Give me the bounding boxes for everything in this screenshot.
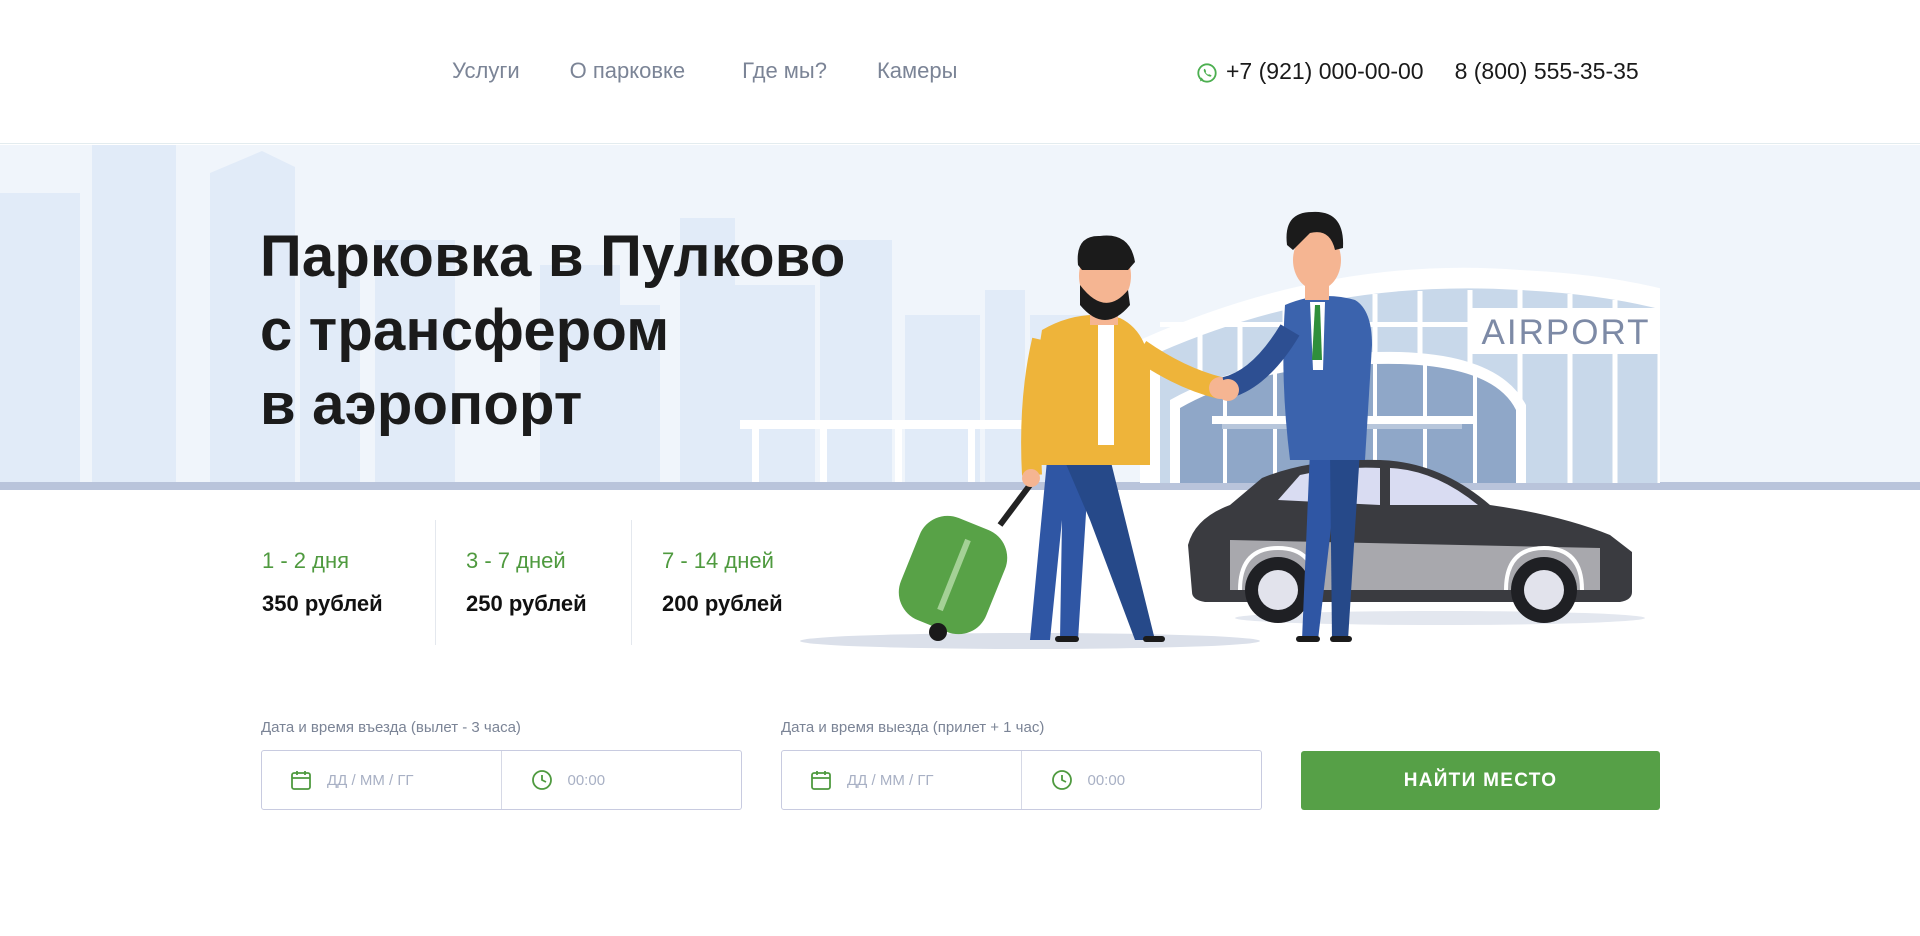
exit-time-part — [1020, 751, 1262, 809]
exit-date-part — [782, 751, 1021, 809]
entry-datetime-field — [261, 750, 742, 810]
main-nav: Услуги О парковке Где мы? Камеры — [452, 58, 1007, 84]
entry-date-input[interactable] — [327, 771, 477, 789]
exit-time-input[interactable] — [1087, 771, 1238, 789]
clock-icon — [1051, 770, 1072, 790]
nav-item-location[interactable]: Где мы? — [742, 58, 827, 84]
exit-date-input[interactable] — [847, 771, 997, 789]
site-header: Услуги О парковке Где мы? Камеры +7 (921… — [0, 0, 1920, 144]
whatsapp-icon — [1197, 62, 1217, 83]
phone-mobile[interactable]: +7 (921) 000-00-00 — [1226, 58, 1424, 85]
entry-datetime-label: Дата и время въезда (вылет - 3 часа) — [261, 719, 521, 736]
price-period: 3 - 7 дней — [466, 548, 566, 573]
airport-transfer-illustration: AIRPORT — [800, 211, 1660, 649]
exit-datetime-label: Дата и время выезда (прилет + 1 час) — [781, 719, 1045, 736]
contact-phones: +7 (921) 000-00-00 8 (800) 555-35-35 — [1196, 58, 1639, 85]
nav-item-about[interactable]: О парковке — [570, 58, 686, 84]
price-value: 250 рублей — [466, 591, 587, 616]
entry-date-part — [262, 751, 501, 809]
nav-item-cameras[interactable]: Камеры — [877, 58, 957, 84]
clock-icon — [531, 770, 552, 790]
price-item: 3 - 7 дней 250 рублей — [466, 520, 631, 645]
price-value: 350 рублей — [262, 591, 383, 616]
price-divider — [631, 520, 632, 645]
exit-datetime-field — [781, 750, 1262, 810]
airport-sign: AIRPORT — [1482, 313, 1651, 352]
nav-item-services[interactable]: Услуги — [452, 58, 520, 84]
price-value: 200 рублей — [662, 591, 783, 616]
calendar-icon — [291, 771, 311, 790]
calendar-icon — [811, 771, 831, 790]
phone-toll-free[interactable]: 8 (800) 555-35-35 — [1455, 58, 1639, 85]
price-list: 1 - 2 дня 350 рублей 3 - 7 дней 250 рубл… — [262, 520, 822, 645]
price-period: 7 - 14 дней — [662, 548, 774, 573]
price-item: 7 - 14 дней 200 рублей — [662, 520, 822, 645]
price-divider — [435, 520, 436, 645]
price-period: 1 - 2 дня — [262, 548, 350, 573]
find-place-button[interactable]: НАЙТИ МЕСТО — [1301, 751, 1660, 810]
price-item: 1 - 2 дня 350 рублей — [262, 520, 435, 645]
entry-time-part — [500, 751, 742, 809]
entry-time-input[interactable] — [567, 771, 718, 789]
